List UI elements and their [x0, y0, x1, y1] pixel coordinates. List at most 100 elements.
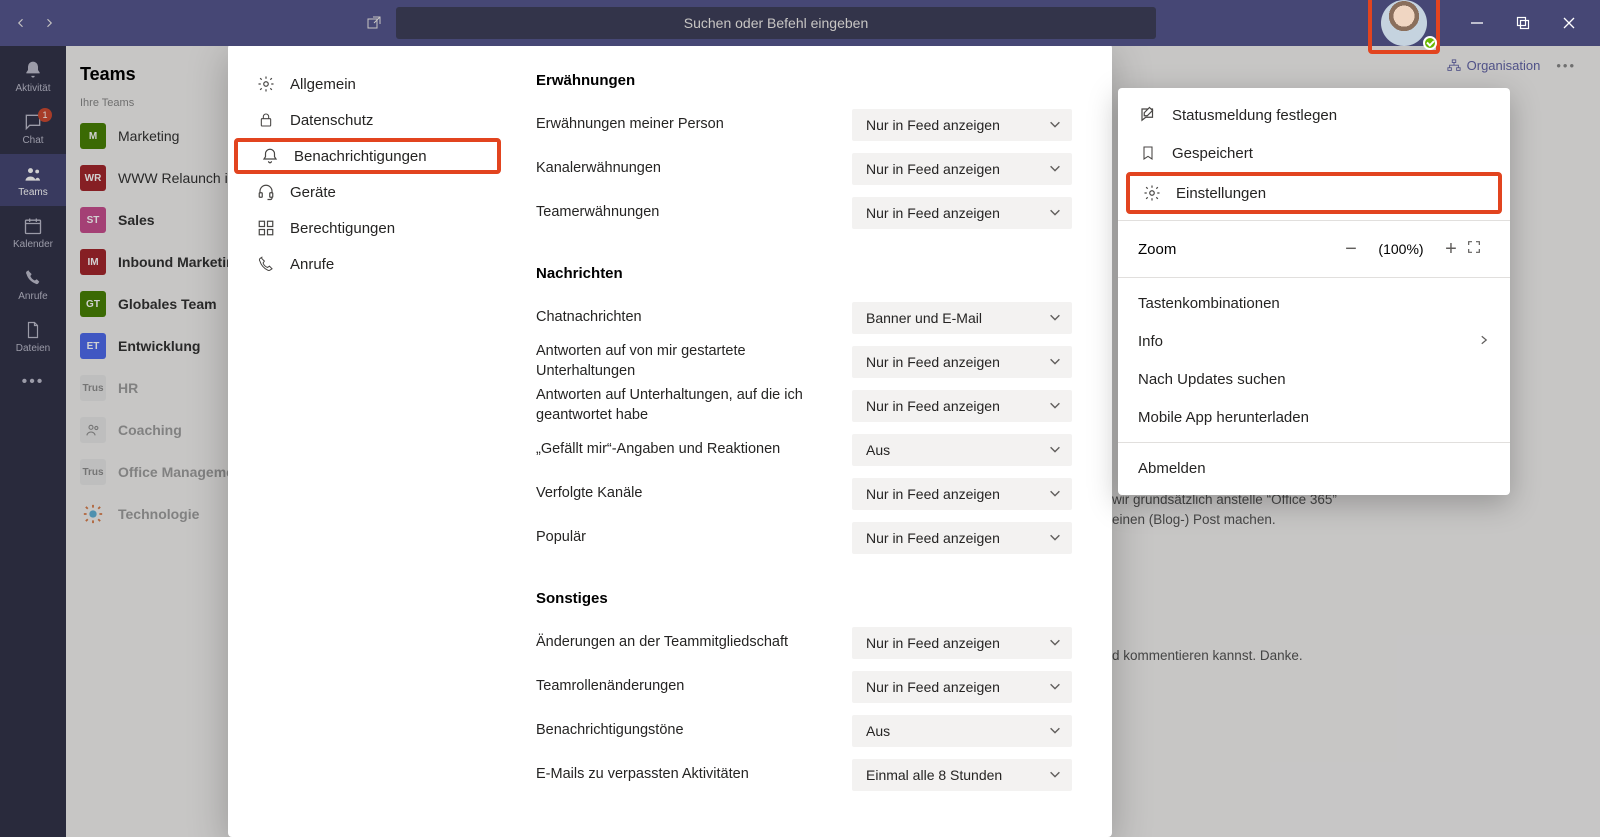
profile-avatar-button[interactable] — [1368, 0, 1440, 54]
settings-nav-lock[interactable]: Datenschutz — [234, 102, 501, 138]
chevron-down-icon — [1048, 679, 1062, 696]
setting-dropdown[interactable]: Nur in Feed anzeigen — [852, 390, 1072, 422]
settings-nav-gear[interactable]: Allgemein — [234, 66, 501, 102]
rail-calendar[interactable]: Kalender — [0, 206, 66, 258]
setting-label: E-Mails zu verpassten Aktivitäten — [536, 765, 832, 785]
setting-label: Teamerwähnungen — [536, 203, 832, 223]
menu-download-mobile[interactable]: Mobile App herunterladen — [1118, 398, 1510, 436]
rail-teams[interactable]: Teams — [0, 154, 66, 206]
team-avatar: M — [80, 123, 106, 149]
setting-row: Kanalerwähnungen Nur in Feed anzeigen — [536, 147, 1072, 191]
menu-info[interactable]: Info — [1118, 322, 1510, 360]
window-maximize-button[interactable] — [1500, 0, 1546, 46]
nav-forward-button[interactable] — [36, 10, 62, 36]
settings-section-title: Nachrichten — [536, 265, 1072, 282]
settings-dialog: Allgemein Datenschutz Benachrichtigungen Ge… — [228, 44, 1112, 837]
gear-icon — [256, 74, 276, 94]
team-avatar: GT — [80, 291, 106, 317]
setting-dropdown[interactable]: Nur in Feed anzeigen — [852, 153, 1072, 185]
bg-text: d kommentieren kannst. Danke. — [1112, 646, 1303, 666]
settings-nav-grid[interactable]: Berechtigungen — [234, 210, 501, 246]
fullscreen-icon[interactable] — [1466, 239, 1490, 259]
setting-dropdown[interactable]: Nur in Feed anzeigen — [852, 478, 1072, 510]
setting-dropdown[interactable]: Nur in Feed anzeigen — [852, 627, 1072, 659]
chevron-right-icon — [1478, 333, 1490, 350]
setting-label: Verfolgte Kanäle — [536, 484, 832, 504]
team-avatar: WR — [80, 165, 106, 191]
settings-nav-label: Geräte — [290, 184, 336, 201]
rail-chat[interactable]: Chat1 — [0, 102, 66, 154]
phone-icon — [256, 254, 276, 274]
setting-label: Kanalerwähnungen — [536, 159, 832, 179]
team-avatar: Trus — [80, 459, 106, 485]
setting-dropdown[interactable]: Nur in Feed anzeigen — [852, 346, 1072, 378]
setting-dropdown[interactable]: Aus — [852, 434, 1072, 466]
chevron-down-icon — [1048, 442, 1062, 459]
rail-calls[interactable]: Anrufe — [0, 258, 66, 310]
nav-back-button[interactable] — [8, 10, 34, 36]
setting-row: Antworten auf von mir gestartete Unterha… — [536, 340, 1072, 384]
rail-files[interactable]: Dateien — [0, 310, 66, 362]
bookmark-icon — [1138, 143, 1158, 163]
setting-dropdown[interactable]: Nur in Feed anzeigen — [852, 197, 1072, 229]
menu-shortcuts[interactable]: Tastenkombinationen — [1118, 284, 1510, 322]
menu-set-status[interactable]: Statusmeldung festlegen — [1118, 96, 1510, 134]
settings-nav-bell[interactable]: Benachrichtigungen — [234, 138, 501, 174]
setting-row: Verfolgte Kanäle Nur in Feed anzeigen — [536, 472, 1072, 516]
presence-available-icon — [1423, 36, 1437, 50]
teams-icon — [22, 163, 44, 185]
rail-activity[interactable]: Aktivität — [0, 50, 66, 102]
settings-nav-label: Datenschutz — [290, 112, 373, 129]
setting-label: „Gefällt mir“-Angaben und Reaktionen — [536, 440, 832, 460]
avatar-image — [1381, 0, 1427, 46]
status-edit-icon — [1138, 105, 1158, 125]
chevron-down-icon — [1048, 117, 1062, 134]
setting-dropdown[interactable]: Aus — [852, 715, 1072, 747]
app-rail: Aktivität Chat1 Teams Kalender Anrufe Da… — [0, 46, 66, 837]
window-close-button[interactable] — [1546, 0, 1592, 46]
team-avatar: IM — [80, 249, 106, 275]
rail-more-button[interactable]: ••• — [0, 362, 66, 402]
setting-dropdown[interactable]: Nur in Feed anzeigen — [852, 671, 1072, 703]
gear-color-icon — [80, 501, 106, 527]
setting-value: Nur in Feed anzeigen — [866, 679, 1000, 695]
chevron-down-icon — [1048, 486, 1062, 503]
chevron-down-icon — [1048, 635, 1062, 652]
chevron-down-icon — [1048, 398, 1062, 415]
team-avatar: ET — [80, 333, 106, 359]
menu-zoom: Zoom − (100%) + — [1118, 227, 1510, 271]
settings-nav-label: Benachrichtigungen — [294, 148, 427, 165]
setting-dropdown[interactable]: Nur in Feed anzeigen — [852, 109, 1072, 141]
setting-dropdown[interactable]: Einmal alle 8 Stunden — [852, 759, 1072, 791]
settings-section-title: Sonstiges — [536, 590, 1072, 607]
setting-value: Nur in Feed anzeigen — [866, 398, 1000, 414]
grid-icon — [256, 218, 276, 238]
setting-row: Benachrichtigungstöne Aus — [536, 709, 1072, 753]
setting-value: Nur in Feed anzeigen — [866, 530, 1000, 546]
chat-badge: 1 — [38, 108, 52, 122]
setting-value: Nur in Feed anzeigen — [866, 161, 1000, 177]
settings-nav-headset[interactable]: Geräte — [234, 174, 501, 210]
setting-label: Benachrichtigungstöne — [536, 721, 832, 741]
chevron-down-icon — [1048, 723, 1062, 740]
window-minimize-button[interactable] — [1454, 0, 1500, 46]
menu-saved[interactable]: Gespeichert — [1118, 134, 1510, 172]
menu-sign-out[interactable]: Abmelden — [1118, 449, 1510, 487]
setting-row: PopulärNur in Feed anzeigen — [536, 516, 1072, 560]
phone-icon — [22, 267, 44, 289]
setting-row: E-Mails zu verpassten Aktivitäten Einmal … — [536, 753, 1072, 797]
search-input[interactable]: Suchen oder Befehl eingeben — [396, 7, 1156, 39]
setting-dropdown[interactable]: Nur in Feed anzeigen — [852, 522, 1072, 554]
setting-dropdown[interactable]: Banner und E-Mail — [852, 302, 1072, 334]
org-chart-button[interactable]: Organisation••• — [1447, 58, 1576, 73]
setting-label: Erwähnungen meiner Person — [536, 115, 832, 135]
settings-nav-phone[interactable]: Anrufe — [234, 246, 501, 282]
setting-label: Antworten auf Unterhaltungen, auf die ic… — [536, 386, 832, 425]
settings-nav-label: Anrufe — [290, 256, 334, 273]
popout-icon[interactable] — [362, 11, 386, 35]
zoom-in-button[interactable]: + — [1436, 238, 1466, 261]
menu-settings[interactable]: Einstellungen — [1126, 172, 1502, 214]
menu-check-updates[interactable]: Nach Updates suchen — [1118, 360, 1510, 398]
team-name: Marketing — [118, 128, 179, 144]
zoom-out-button[interactable]: − — [1336, 238, 1366, 261]
